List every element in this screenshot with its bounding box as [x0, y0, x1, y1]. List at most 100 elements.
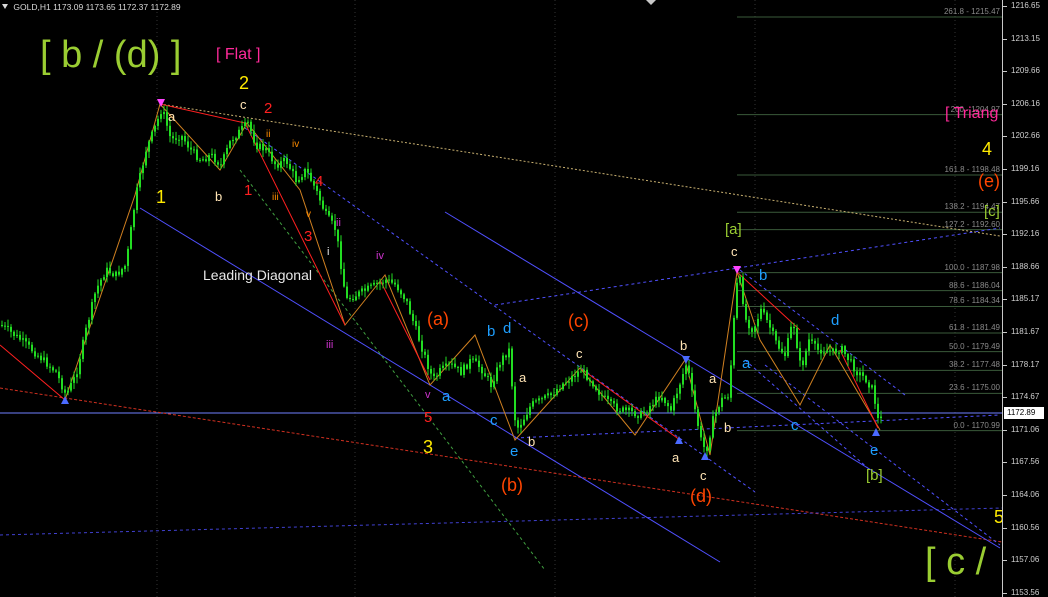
- candle-body: [472, 358, 474, 360]
- candle-body: [724, 397, 726, 399]
- candle-body: [31, 344, 33, 352]
- label-ri: i: [327, 246, 330, 258]
- candle-body: [718, 407, 720, 413]
- candle-body: [457, 366, 459, 368]
- candle-body: [172, 136, 174, 139]
- candle-body: [727, 397, 729, 399]
- price-axis[interactable]: 1216.65 1213.15 1209.66 1206.16 1202.66 1199.…: [1002, 0, 1048, 597]
- candle-body: [847, 354, 849, 361]
- candle-body: [19, 334, 21, 340]
- candle-body: [67, 390, 69, 393]
- candle-body: [772, 327, 774, 332]
- trend-lines: [0, 102, 1002, 571]
- candle-body: [268, 148, 270, 152]
- candle-body: [52, 367, 54, 371]
- candle-body: [871, 385, 873, 388]
- vertical-grid: [156, 0, 956, 597]
- candle-body: [553, 394, 555, 396]
- candle-body: [76, 374, 78, 378]
- candle-body: [187, 141, 189, 148]
- fib-level-label: 127.2 - 1192.60: [944, 219, 1000, 229]
- label-blue-a: a: [442, 388, 451, 405]
- price-chart[interactable]: [0, 0, 1002, 597]
- label-blue-b2: b: [759, 267, 768, 284]
- dropdown-triangle-icon[interactable]: [2, 4, 8, 9]
- candle-body: [547, 393, 549, 396]
- candle-body: [382, 282, 384, 284]
- price-axis-label: 1213.15: [1011, 33, 1040, 43]
- label-miv: iv: [376, 250, 384, 262]
- candle-body: [712, 416, 714, 438]
- candle-body: [232, 139, 234, 142]
- candle-body: [46, 357, 48, 367]
- candle-body: [745, 303, 747, 320]
- candle-body: [430, 368, 432, 374]
- candle-body: [442, 365, 444, 368]
- candle-body: [856, 371, 858, 376]
- price-axis-tick: [1003, 234, 1007, 236]
- price-axis-label: 1216.65: [1011, 1, 1040, 10]
- low-value: 1172.37: [118, 2, 149, 12]
- candle-body: [94, 293, 96, 303]
- candle-body: [427, 354, 429, 369]
- price-axis-tick: [1003, 364, 1007, 366]
- label-blue-b: b: [487, 323, 496, 340]
- candle-body: [355, 296, 357, 301]
- candle-body: [226, 148, 228, 155]
- candle-body: [376, 282, 378, 284]
- candle-body: [91, 302, 93, 320]
- label-pd: (d): [690, 486, 712, 506]
- candle-body: [304, 168, 306, 178]
- label-blue-d2: d: [831, 312, 840, 329]
- candle-body: [283, 157, 285, 162]
- candle-body: [400, 290, 402, 295]
- candle-body: [655, 396, 657, 406]
- candle-body: [829, 350, 831, 352]
- candle-body: [184, 136, 186, 142]
- price-axis-label: 1185.17: [1011, 294, 1040, 304]
- candle-body: [691, 373, 693, 391]
- candle-body: [550, 393, 552, 396]
- candle-body: [613, 401, 615, 404]
- candle-body: [415, 320, 417, 327]
- label-leading-diagonal: Leading Diagonal: [203, 267, 312, 283]
- label-pc: (c): [568, 311, 589, 331]
- candle-body: [220, 164, 222, 166]
- triangle-upper-blue: [494, 227, 1001, 306]
- candle-body: [556, 389, 558, 395]
- chart-header: GOLD,H1 1173.09 1173.65 1172.37 1172.89: [2, 2, 181, 12]
- candle-body: [139, 173, 141, 188]
- candle-body: [685, 365, 687, 375]
- candle-body: [4, 325, 6, 327]
- candle-body: [514, 386, 516, 421]
- candle-body: [235, 138, 237, 140]
- candle-body: [793, 326, 795, 329]
- candle-body: [826, 350, 828, 353]
- candle-body: [781, 348, 783, 353]
- label-cream-b2: b: [528, 434, 536, 449]
- candle-body: [775, 331, 777, 341]
- candle-body: [403, 294, 405, 300]
- label-blue-a2: a: [742, 355, 751, 372]
- chart-area[interactable]: GOLD,H1 1173.09 1173.65 1172.37 1172.89 …: [0, 0, 1048, 597]
- candle-body: [100, 279, 102, 286]
- candle-body: [703, 437, 705, 447]
- candle-body: [748, 319, 750, 329]
- candle-body: [328, 211, 330, 216]
- candle-body: [622, 407, 624, 412]
- candle-body: [151, 131, 153, 142]
- candle-body: [61, 378, 63, 390]
- candle-body: [265, 148, 267, 151]
- candle-body: [670, 406, 672, 411]
- price-axis-tick: [1003, 103, 1007, 105]
- candle-body: [157, 118, 159, 126]
- label-cream-a3: a: [672, 450, 680, 465]
- candle-body: [751, 328, 753, 332]
- candle-body: [112, 273, 114, 277]
- candle-body: [244, 122, 246, 127]
- candle-body: [880, 416, 882, 418]
- label-b-d: [ b / (d) ]: [40, 34, 182, 76]
- candle-body: [196, 149, 198, 160]
- price-axis-label: 1199.16: [1011, 164, 1040, 173]
- fib-level-label: 88.6 - 1186.04: [948, 280, 1000, 290]
